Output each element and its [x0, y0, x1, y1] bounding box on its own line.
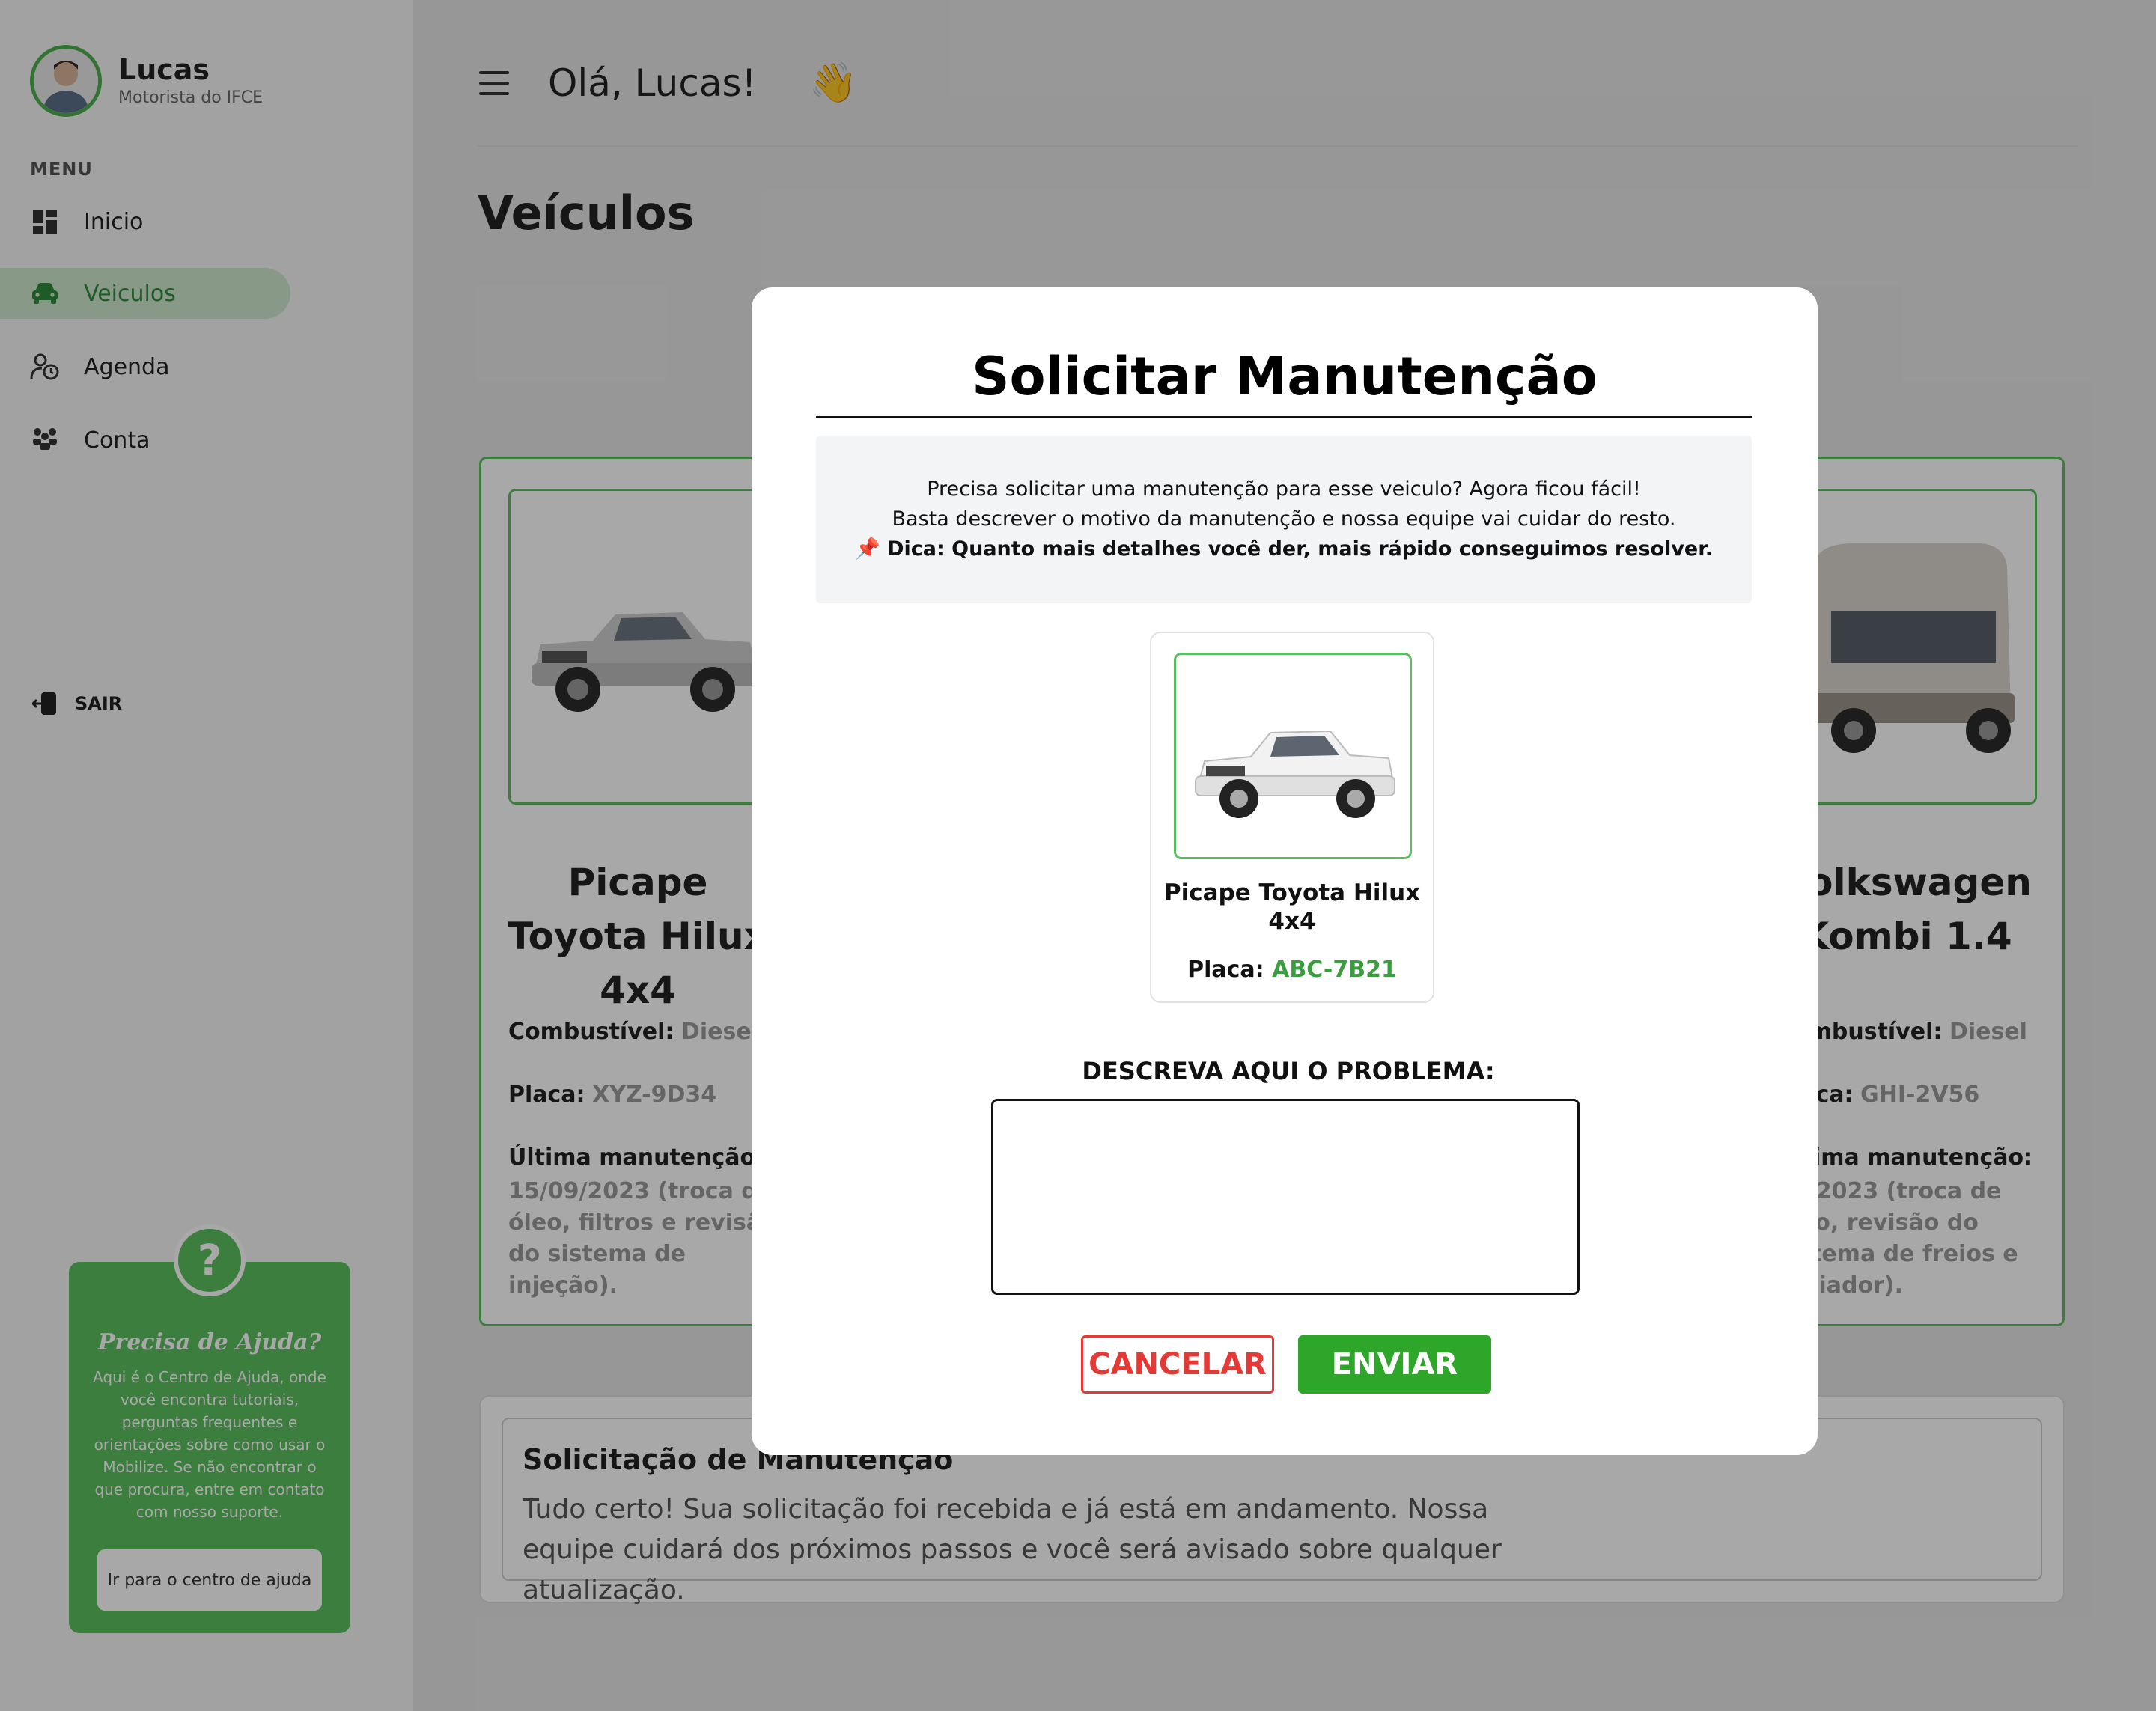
divider	[816, 416, 1752, 418]
description-textarea[interactable]	[991, 1099, 1580, 1295]
selected-vehicle-plate: Placa: ABC-7B21	[1187, 957, 1397, 983]
info-line: Basta descrever o motivo da manutenção e…	[892, 507, 1676, 531]
pushpin-icon: 📌	[855, 537, 880, 561]
maintenance-request-modal: Solicitar Manutenção Precisa solicitar u…	[752, 287, 1818, 1455]
vehicle-image	[1174, 653, 1412, 859]
info-box: Precisa solicitar uma manutenção para es…	[816, 436, 1752, 603]
selected-vehicle-name: Picape Toyota Hilux 4x4	[1163, 879, 1421, 935]
tip-text: 📌 Dica: Quanto mais detalhes você der, m…	[855, 537, 1713, 561]
cancel-button[interactable]: CANCELAR	[1081, 1335, 1274, 1394]
description-label: DESCREVA AQUI O PROBLEMA:	[1082, 1057, 1495, 1085]
send-button[interactable]: ENVIAR	[1298, 1335, 1491, 1394]
info-line: Precisa solicitar uma manutenção para es…	[927, 478, 1641, 501]
modal-title: Solicitar Manutenção	[972, 346, 1598, 407]
selected-vehicle-card: Picape Toyota Hilux 4x4 Placa: ABC-7B21	[1150, 632, 1434, 1003]
